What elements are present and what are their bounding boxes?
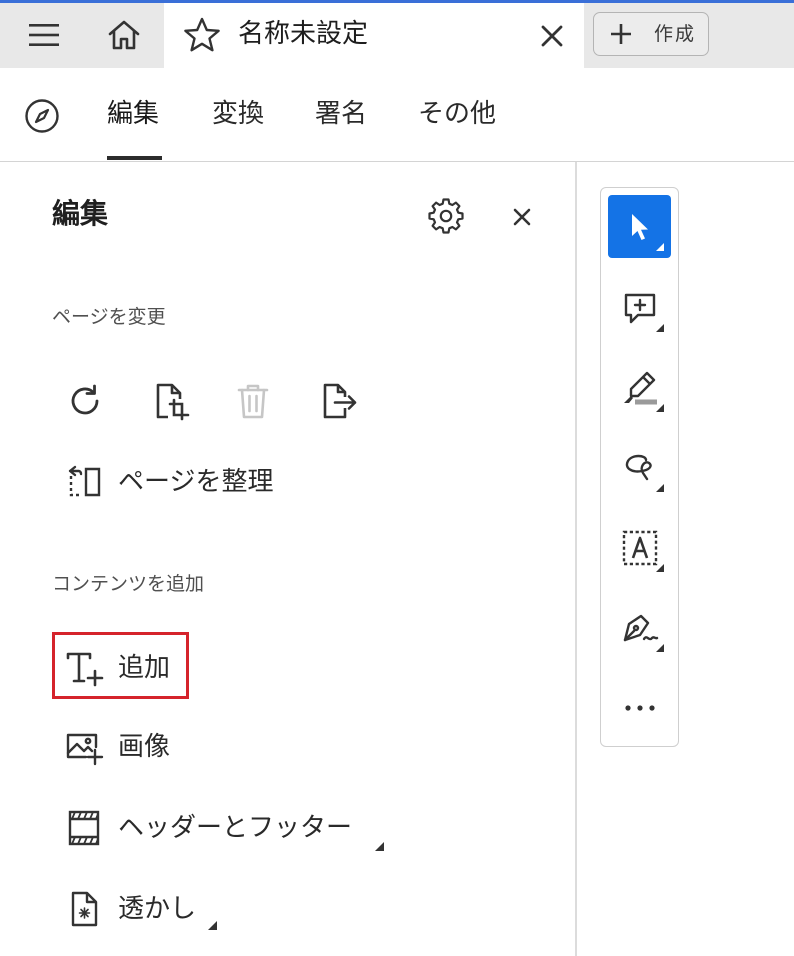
active-tab-indicator bbox=[107, 156, 162, 160]
highlight-icon bbox=[623, 371, 657, 404]
watermark-icon bbox=[64, 889, 104, 929]
tab-other[interactable]: その他 bbox=[418, 96, 496, 132]
tab-bar: 名称未設定 作成 bbox=[0, 0, 794, 68]
add-image-icon bbox=[64, 727, 104, 767]
tool-options-indicator bbox=[656, 324, 664, 332]
extract-page-button[interactable] bbox=[318, 380, 360, 422]
header-footer-icon bbox=[64, 808, 104, 848]
panel-title: 編集 bbox=[52, 197, 109, 230]
plus-icon bbox=[611, 24, 631, 44]
select-icon bbox=[631, 213, 648, 240]
text-select-icon bbox=[622, 530, 657, 565]
close-icon bbox=[513, 208, 531, 226]
comment-tool-button[interactable] bbox=[608, 276, 671, 339]
panel-divider bbox=[575, 162, 577, 956]
watermark-item[interactable]: 透かし bbox=[64, 884, 196, 934]
tab-edit[interactable]: 編集 bbox=[107, 96, 159, 132]
add-text-label: 追加 bbox=[118, 653, 171, 683]
compass-button[interactable] bbox=[22, 96, 62, 136]
organize-pages-item[interactable]: ページを整理 bbox=[64, 457, 273, 507]
star-icon[interactable] bbox=[182, 15, 222, 55]
add-image-label: 画像 bbox=[118, 732, 171, 762]
crop-page-button[interactable] bbox=[150, 380, 192, 422]
document-title: 名称未設定 bbox=[238, 19, 369, 49]
compass-icon bbox=[25, 99, 59, 133]
delete-icon bbox=[237, 384, 269, 419]
tool-options-indicator bbox=[656, 564, 664, 572]
header-footer-item[interactable]: ヘッダーとフッター bbox=[64, 803, 352, 853]
section-heading-pages: ページを変更 bbox=[52, 306, 166, 328]
add-image-item[interactable]: 画像 bbox=[64, 722, 170, 772]
gear-icon bbox=[428, 198, 464, 234]
hamburger-menu-button[interactable] bbox=[14, 14, 74, 56]
add-text-icon bbox=[64, 648, 104, 688]
hamburger-icon bbox=[29, 24, 59, 46]
close-icon bbox=[541, 25, 563, 47]
tool-options-indicator bbox=[656, 644, 664, 652]
delete-page-button bbox=[232, 380, 274, 422]
submenu-indicator bbox=[375, 842, 384, 851]
sign-tool-button[interactable] bbox=[608, 596, 671, 659]
add-text-item[interactable]: 追加 bbox=[64, 643, 170, 693]
highlight-tool-button[interactable] bbox=[608, 356, 671, 419]
text-select-tool-button[interactable] bbox=[608, 516, 671, 579]
sign-icon bbox=[623, 614, 658, 641]
home-button[interactable] bbox=[98, 14, 150, 56]
tab-convert[interactable]: 変換 bbox=[212, 96, 264, 132]
main-toolbar: 編集 変換 署名 その他 bbox=[0, 68, 794, 162]
quick-tools-bar bbox=[600, 187, 679, 747]
more-icon bbox=[624, 704, 655, 711]
tool-options-indicator bbox=[656, 484, 664, 492]
header-footer-label: ヘッダーとフッター bbox=[118, 813, 353, 843]
submenu-indicator bbox=[208, 921, 217, 930]
tab-sign[interactable]: 署名 bbox=[315, 96, 367, 132]
close-tab-button[interactable] bbox=[532, 16, 572, 56]
tool-options-indicator bbox=[656, 243, 664, 251]
settings-button[interactable] bbox=[426, 196, 466, 236]
rotate-icon bbox=[71, 384, 99, 415]
more-tools-button[interactable] bbox=[608, 676, 671, 739]
comment-icon bbox=[624, 293, 655, 323]
crop-icon bbox=[156, 383, 190, 421]
extract-icon bbox=[323, 383, 357, 419]
watermark-label: 透かし bbox=[118, 894, 197, 924]
organize-pages-label: ページを整理 bbox=[118, 467, 274, 497]
tool-options-indicator bbox=[656, 404, 664, 412]
draw-tool-button[interactable] bbox=[608, 436, 671, 499]
select-tool-button[interactable] bbox=[608, 195, 671, 258]
close-panel-button[interactable] bbox=[504, 199, 540, 235]
organize-pages-icon bbox=[64, 462, 104, 502]
home-icon bbox=[108, 20, 140, 50]
create-button[interactable]: 作成 bbox=[593, 12, 709, 56]
rotate-button[interactable] bbox=[64, 380, 106, 422]
section-heading-content: コンテンツを追加 bbox=[52, 573, 205, 595]
document-tab[interactable]: 名称未設定 bbox=[164, 3, 584, 68]
create-label: 作成 bbox=[654, 23, 697, 45]
draw-icon bbox=[625, 454, 652, 480]
